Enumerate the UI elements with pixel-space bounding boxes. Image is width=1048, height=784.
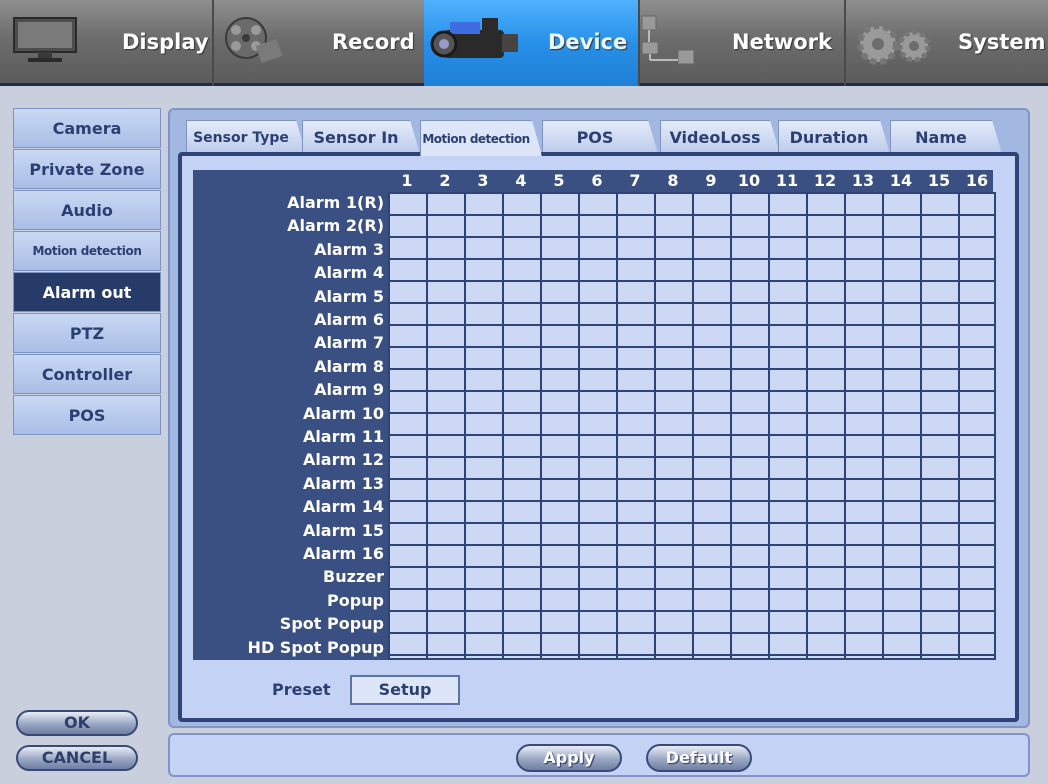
- sidebar-item-label: Audio: [61, 200, 113, 220]
- tab-sensor-type[interactable]: Sensor Type: [186, 120, 306, 154]
- sidebar-item-private-zone[interactable]: Private Zone: [13, 149, 161, 189]
- channel-column-header: 11: [775, 171, 799, 190]
- preset-label: Preset: [272, 680, 331, 699]
- channel-column-header: 5: [553, 171, 565, 190]
- alarm-row-label: Alarm 5: [314, 286, 384, 306]
- alarm-row-label: HD Spot Popup: [247, 637, 384, 657]
- alarm-row-label: Alarm 9: [314, 380, 384, 400]
- alarm-row-label: Popup: [326, 590, 384, 610]
- tab-bar: Sensor Type Sensor In Motion detection P…: [186, 120, 1006, 154]
- nav-system-label: System: [958, 30, 1046, 54]
- alarm-row-label: Alarm 10: [302, 403, 384, 423]
- alarm-row-label: Alarm 2(R): [287, 216, 384, 236]
- nav-network[interactable]: Network: [640, 0, 844, 86]
- alarm-row-label: Alarm 16: [302, 544, 384, 563]
- channel-column-header: 9: [705, 171, 717, 190]
- nav-system[interactable]: System: [846, 0, 1048, 86]
- channel-header-row: 1 2 3 4 5 6 7 8 9 10 11 12 13 14 15 16: [193, 170, 993, 192]
- sidebar-item-ptz[interactable]: PTZ: [13, 313, 161, 353]
- channel-column-header: 6: [591, 171, 603, 190]
- sidebar-item-label: Controller: [41, 364, 133, 384]
- tab-pos[interactable]: POS: [542, 120, 658, 154]
- top-navigation-bar: Display Record Device Network System: [0, 0, 1048, 86]
- alarm-row-label: Alarm 13: [302, 473, 384, 493]
- tab-label: Motion detection: [422, 131, 530, 146]
- channel-column-header: 15: [927, 171, 951, 190]
- monitor-icon: [13, 17, 77, 62]
- tab-duration[interactable]: Duration: [778, 120, 890, 154]
- channel-column-header: 3: [477, 171, 489, 190]
- sidebar-item-camera[interactable]: Camera: [13, 108, 161, 148]
- tab-label: VideoLoss: [669, 128, 761, 147]
- channel-column-header: 1: [401, 171, 413, 190]
- film-reel-icon: [225, 17, 282, 64]
- sidebar-item-label: PTZ: [69, 323, 105, 343]
- network-icon: [641, 15, 695, 65]
- alarm-row-label: Alarm 12: [302, 450, 384, 470]
- alarm-row-label: Alarm 4: [314, 263, 384, 283]
- ok-button[interactable]: OK: [16, 710, 138, 736]
- channel-column-header: 7: [629, 171, 641, 190]
- tab-name[interactable]: Name: [890, 120, 1002, 154]
- default-button[interactable]: Default: [646, 744, 752, 772]
- sidebar-item-label: Camera: [52, 118, 122, 138]
- nav-display-label: Display: [122, 30, 209, 54]
- alarm-row-label: Alarm 8: [314, 356, 384, 376]
- alarm-row-label: Alarm 14: [302, 497, 384, 517]
- sidebar-item-label: Private Zone: [29, 159, 145, 179]
- alarm-label-column: Alarm 1(R) Alarm 2(R) Alarm 3 Alarm 4 Alarm …: [193, 192, 388, 660]
- nav-device-label: Device: [548, 30, 628, 54]
- nav-device[interactable]: Device: [424, 0, 638, 86]
- alarm-row-label: Alarm 1(R): [287, 193, 384, 212]
- channel-column-header: 14: [889, 171, 913, 190]
- alarm-matrix-cells[interactable]: [388, 192, 996, 660]
- channel-column-header: 10: [737, 171, 761, 190]
- tab-label: Sensor Type: [193, 129, 289, 146]
- alarm-row-label: Alarm 11: [302, 427, 384, 446]
- channel-column-header: 12: [813, 171, 837, 190]
- nav-network-label: Network: [732, 30, 833, 54]
- alarm-row-label: Alarm 3: [314, 239, 384, 259]
- cancel-button[interactable]: CANCEL: [16, 745, 138, 771]
- tab-sensor-in[interactable]: Sensor In: [302, 120, 420, 154]
- nav-record[interactable]: Record: [214, 0, 424, 86]
- channel-column-header: 16: [965, 171, 989, 190]
- tab-label: Duration: [789, 128, 869, 147]
- camcorder-icon: [430, 18, 518, 58]
- alarm-row-label: Spot Popup: [279, 614, 384, 634]
- sidebar-item-label: Motion detection: [32, 244, 142, 258]
- sidebar-item-pos[interactable]: POS: [13, 395, 161, 435]
- preset-setup-button[interactable]: Setup: [350, 675, 460, 705]
- sidebar-item-audio[interactable]: Audio: [13, 190, 161, 230]
- sidebar: Camera Private Zone Audio Motion detecti…: [13, 108, 161, 436]
- nav-record-label: Record: [332, 30, 415, 54]
- tab-videoloss[interactable]: VideoLoss: [660, 120, 780, 154]
- sidebar-item-label: Alarm out: [42, 282, 132, 302]
- alarm-row-label: Alarm 15: [302, 520, 384, 540]
- channel-column-header: 13: [851, 171, 875, 190]
- channel-column-header: 8: [667, 171, 679, 190]
- tab-motion-detection[interactable]: Motion detection: [420, 120, 542, 156]
- tab-label: Sensor In: [313, 128, 399, 147]
- sidebar-item-alarm-out[interactable]: Alarm out: [13, 272, 161, 312]
- tab-label: Name: [915, 128, 967, 147]
- sidebar-item-motion-detection[interactable]: Motion detection: [13, 231, 161, 271]
- alarm-row-label: Buzzer: [323, 567, 384, 587]
- gears-icon: [857, 23, 931, 65]
- tab-label: POS: [576, 128, 614, 147]
- sidebar-item-label: POS: [68, 405, 106, 425]
- channel-column-header: 2: [439, 171, 451, 190]
- sidebar-item-controller[interactable]: Controller: [13, 354, 161, 394]
- apply-button[interactable]: Apply: [516, 744, 622, 772]
- alarm-row-label: Alarm 6: [314, 310, 384, 329]
- nav-display[interactable]: Display: [0, 0, 212, 86]
- channel-column-header: 4: [515, 171, 527, 190]
- alarm-row-label: Alarm 7: [314, 333, 384, 353]
